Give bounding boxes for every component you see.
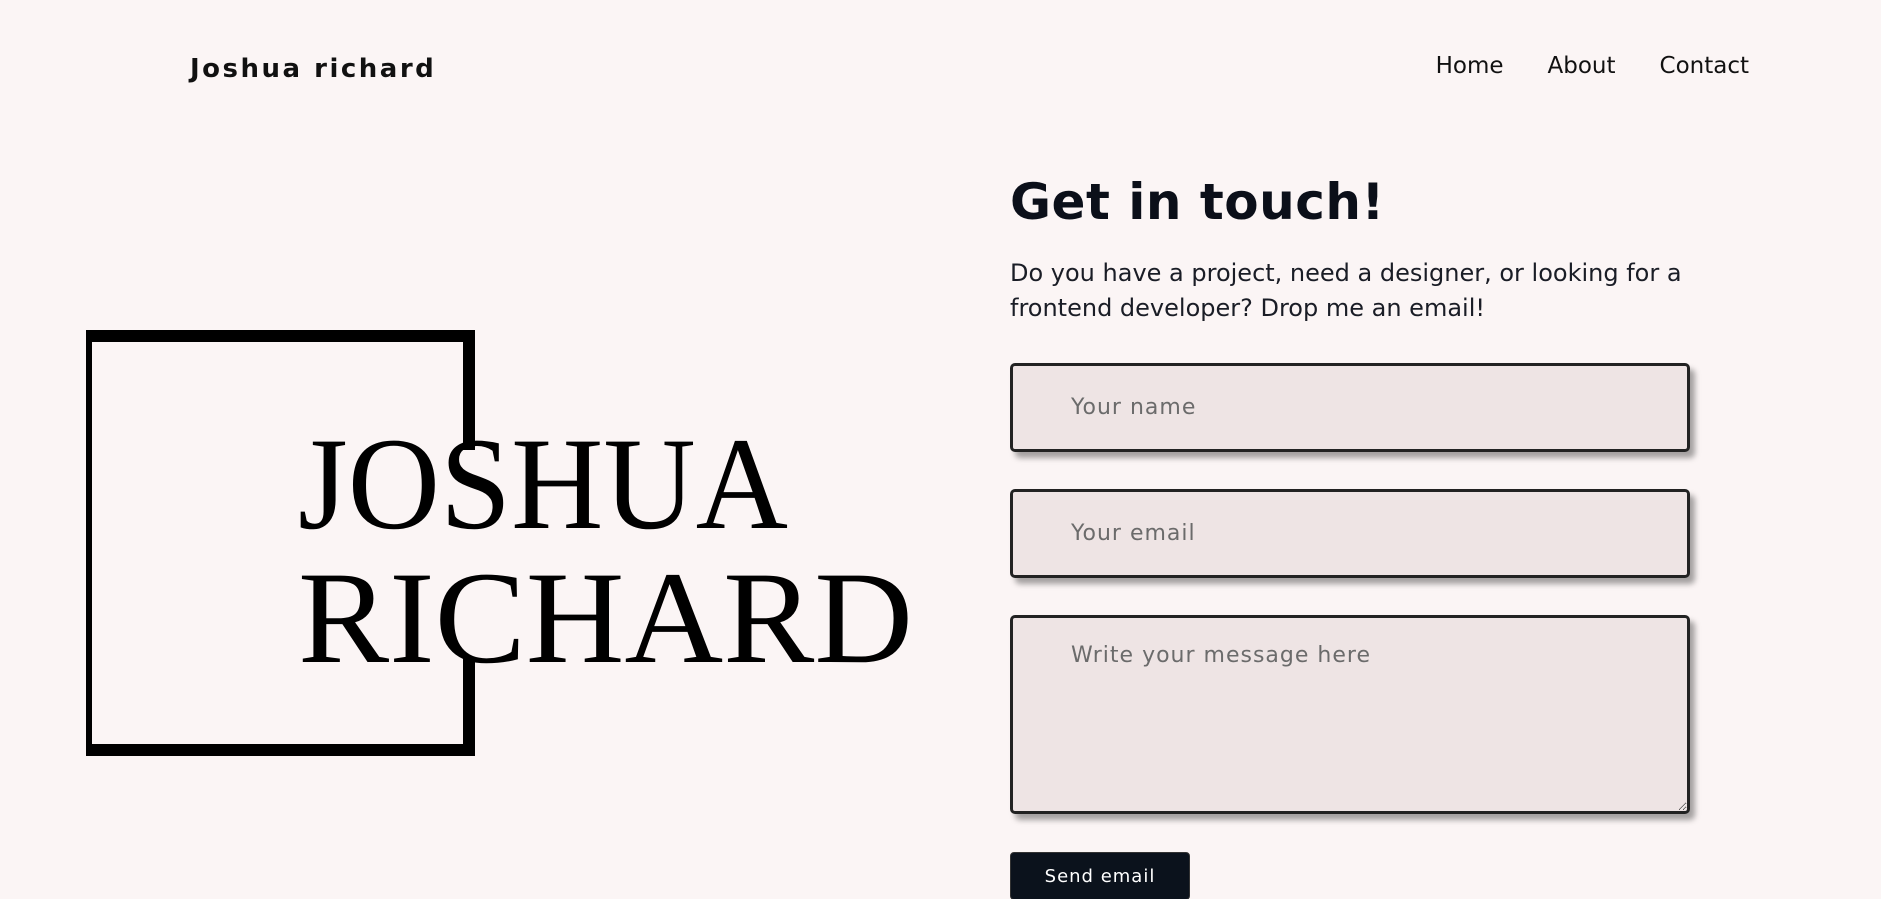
contact-section: Get in touch! Do you have a project, nee… [1010, 172, 1690, 326]
nav-home-link[interactable]: Home [1436, 53, 1504, 79]
main-nav: Home About Contact [1436, 53, 1749, 79]
name-logo-graphic: JOSHUA RICHARD [86, 330, 913, 756]
nav-about-link[interactable]: About [1548, 53, 1616, 79]
name-logo: JOSHUA RICHARD [86, 330, 926, 770]
logo-line-2: RICHARD [298, 544, 913, 691]
logo-line-1: JOSHUA [298, 410, 788, 557]
name-input[interactable] [1010, 363, 1690, 452]
email-input[interactable] [1010, 489, 1690, 578]
contact-intro: Do you have a project, need a designer, … [1010, 259, 1682, 322]
message-textarea[interactable] [1010, 615, 1690, 814]
nav-contact-link[interactable]: Contact [1660, 53, 1749, 79]
site-brand[interactable]: Joshua richard [190, 54, 436, 84]
send-email-button[interactable]: Send email [1010, 852, 1190, 899]
contact-title: Get in touch! [1010, 173, 1385, 231]
